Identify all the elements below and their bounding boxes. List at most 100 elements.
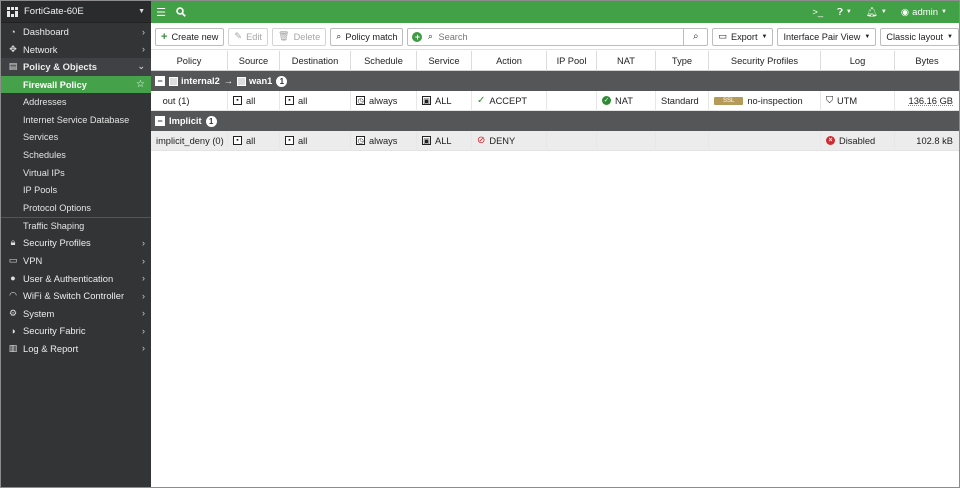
sub-item-label: Traffic Shaping	[23, 220, 85, 231]
sidebar-item-internet-service-database[interactable]: Internet Service Database	[1, 111, 151, 129]
interface-pair-view-dropdown[interactable]: Interface Pair View ▼	[777, 27, 877, 46]
device-selector[interactable]: FortiGate-60E ▼	[1, 1, 151, 23]
action-value: ACCEPT	[489, 95, 528, 106]
checkmark-icon: ✓	[477, 95, 486, 106]
nav-user-auth[interactable]: ● User & Authentication ›	[1, 269, 151, 287]
column-header-type[interactable]: Type	[656, 50, 709, 71]
export-button[interactable]: ▭ Export ▼	[712, 27, 774, 46]
bytes-cell: 136.16 GB	[895, 91, 959, 111]
delete-button[interactable]: 🗑︎ Delete	[271, 27, 327, 46]
nav-log-report[interactable]: ▥ Log & Report ›	[1, 340, 151, 358]
sub-item-label: Schedules	[23, 149, 66, 160]
policy-icon: ▤	[8, 61, 18, 72]
sub-item-label: Addresses	[23, 97, 67, 108]
sidebar-item-virtual-ips[interactable]: Virtual IPs	[1, 164, 151, 182]
sidebar-item-services[interactable]: Services	[1, 129, 151, 147]
nav-label: Dashboard	[23, 26, 69, 38]
search-submit-icon[interactable]: ⌕	[683, 27, 707, 46]
schedule-cell: ◷ always	[351, 130, 417, 151]
sidebar-item-addresses[interactable]: Addresses	[1, 93, 151, 111]
collapse-icon[interactable]: −	[155, 116, 165, 126]
edit-label: Edit	[246, 31, 262, 42]
schedule-cell: ◷ always	[351, 90, 417, 111]
sidebar-item-traffic-shaping[interactable]: Traffic Shaping	[1, 216, 151, 235]
menu-icon[interactable]: ☰	[151, 6, 171, 19]
nav-security-fabric[interactable]: ◑ Security Fabric ›	[1, 322, 151, 340]
chevron-down-icon: ⌄	[137, 61, 145, 72]
search-input[interactable]	[436, 31, 684, 42]
source-cell: ▪ all	[228, 130, 280, 151]
sidebar-item-protocol-options[interactable]: Protocol Options	[1, 199, 151, 217]
service-value: ALL	[435, 135, 452, 146]
gear-icon: ⚙	[8, 307, 18, 318]
column-header-security-profiles[interactable]: Security Profiles	[709, 50, 821, 71]
chevron-down-icon: ▼	[138, 8, 145, 15]
action-value: DENY	[489, 135, 516, 146]
search-bar: + ⌕ ⌕	[407, 27, 709, 46]
device-name: FortiGate-60E	[24, 6, 84, 17]
chevron-down-icon: ▼	[761, 33, 768, 40]
check-circle-icon: ✓	[602, 96, 611, 105]
column-header-policy[interactable]: Policy	[151, 50, 228, 71]
sub-item-label: Virtual IPs	[23, 167, 65, 178]
table-row[interactable]: implicit_deny (0) ▪ all ▪ all ◷ always ▣ ALL…	[151, 130, 959, 151]
create-new-label: Create new	[171, 31, 219, 42]
search-icon[interactable]	[171, 7, 191, 17]
column-header-bytes[interactable]: Bytes	[895, 51, 959, 71]
sub-item-label: Services	[23, 132, 59, 143]
chevron-right-icon: ›	[142, 255, 145, 266]
column-header-action[interactable]: Action	[472, 50, 547, 71]
service-icon: ▣	[422, 96, 431, 105]
cli-console-icon[interactable]: >_	[812, 7, 823, 18]
admin-menu[interactable]: ◉ admin ▼	[901, 7, 947, 18]
nav-security-profiles[interactable]: 🔒︎ Security Profiles ›	[1, 234, 151, 252]
chevron-right-icon: ›	[142, 290, 145, 301]
column-header-ip-pool[interactable]: IP Pool	[547, 50, 597, 71]
log-cell: × Disabled	[821, 130, 895, 151]
address-icon: ▪	[285, 136, 294, 145]
group-header-interface-pair[interactable]: − internal2 → wan1 1	[151, 71, 959, 91]
sidebar-item-schedules[interactable]: Schedules	[1, 146, 151, 164]
notification-bell-icon[interactable]: 🔔︎ ▼	[866, 7, 887, 18]
column-header-service[interactable]: Service	[417, 50, 472, 71]
nav-label: Log & Report	[23, 342, 79, 354]
column-header-source[interactable]: Source	[228, 50, 280, 71]
column-header-destination[interactable]: Destination	[280, 50, 351, 71]
nav-dashboard[interactable]: ◔ Dashboard ›	[1, 23, 151, 41]
column-header-log[interactable]: Log	[821, 50, 895, 71]
table-row[interactable]: out (1) ▪ all ▪ all ◷ always ▣ ALL ✓ ACCEPT ✓…	[151, 90, 959, 111]
add-filter-icon[interactable]: +	[410, 31, 424, 43]
policy-name: implicit_deny (0)	[156, 135, 224, 146]
star-icon[interactable]: ☆	[136, 79, 145, 90]
type-value: Standard	[661, 95, 699, 106]
delete-label: Delete	[293, 31, 321, 42]
help-icon[interactable]: ❓︎ ▼	[837, 7, 852, 18]
address-icon: ▪	[233, 136, 242, 145]
nav-system[interactable]: ⚙ System ›	[1, 305, 151, 323]
policy-cell: out (1)	[151, 90, 228, 111]
chevron-right-icon: ›	[142, 308, 145, 319]
policy-match-button[interactable]: ⌕ Policy match	[330, 27, 404, 46]
action-cell: ✓ ACCEPT	[472, 90, 547, 111]
ssl-badge: SSL	[714, 96, 744, 105]
service-icon: ▣	[422, 136, 431, 145]
sidebar-item-ip-pools[interactable]: IP Pools	[1, 181, 151, 199]
column-header-nat[interactable]: NAT	[597, 50, 656, 71]
nav-policy-objects[interactable]: ▤ Policy & Objects ⌄	[1, 58, 151, 76]
column-header-schedule[interactable]: Schedule	[351, 50, 417, 71]
sub-item-label: IP Pools	[23, 185, 58, 196]
edit-button[interactable]: ✎ Edit	[228, 27, 268, 46]
view-label: Interface Pair View	[783, 31, 861, 42]
bytes-value: 102.8 kB	[916, 135, 953, 146]
create-new-button[interactable]: + Create new	[155, 27, 225, 46]
group-header-implicit[interactable]: − Implicit 1	[151, 111, 959, 131]
layout-label: Classic layout	[886, 31, 944, 42]
nav-wifi-switch[interactable]: ◠ WiFi & Switch Controller ›	[1, 287, 151, 305]
bytes-value[interactable]: 136.16 GB	[909, 96, 953, 106]
nav-network[interactable]: ✥ Network ›	[1, 41, 151, 59]
nav-vpn[interactable]: ▭ VPN ›	[1, 252, 151, 270]
source-interface: internal2	[169, 76, 220, 86]
sidebar-item-firewall-policy[interactable]: Firewall Policy ☆	[1, 75, 151, 94]
collapse-icon[interactable]: −	[155, 76, 165, 86]
classic-layout-dropdown[interactable]: Classic layout ▼	[880, 27, 959, 46]
